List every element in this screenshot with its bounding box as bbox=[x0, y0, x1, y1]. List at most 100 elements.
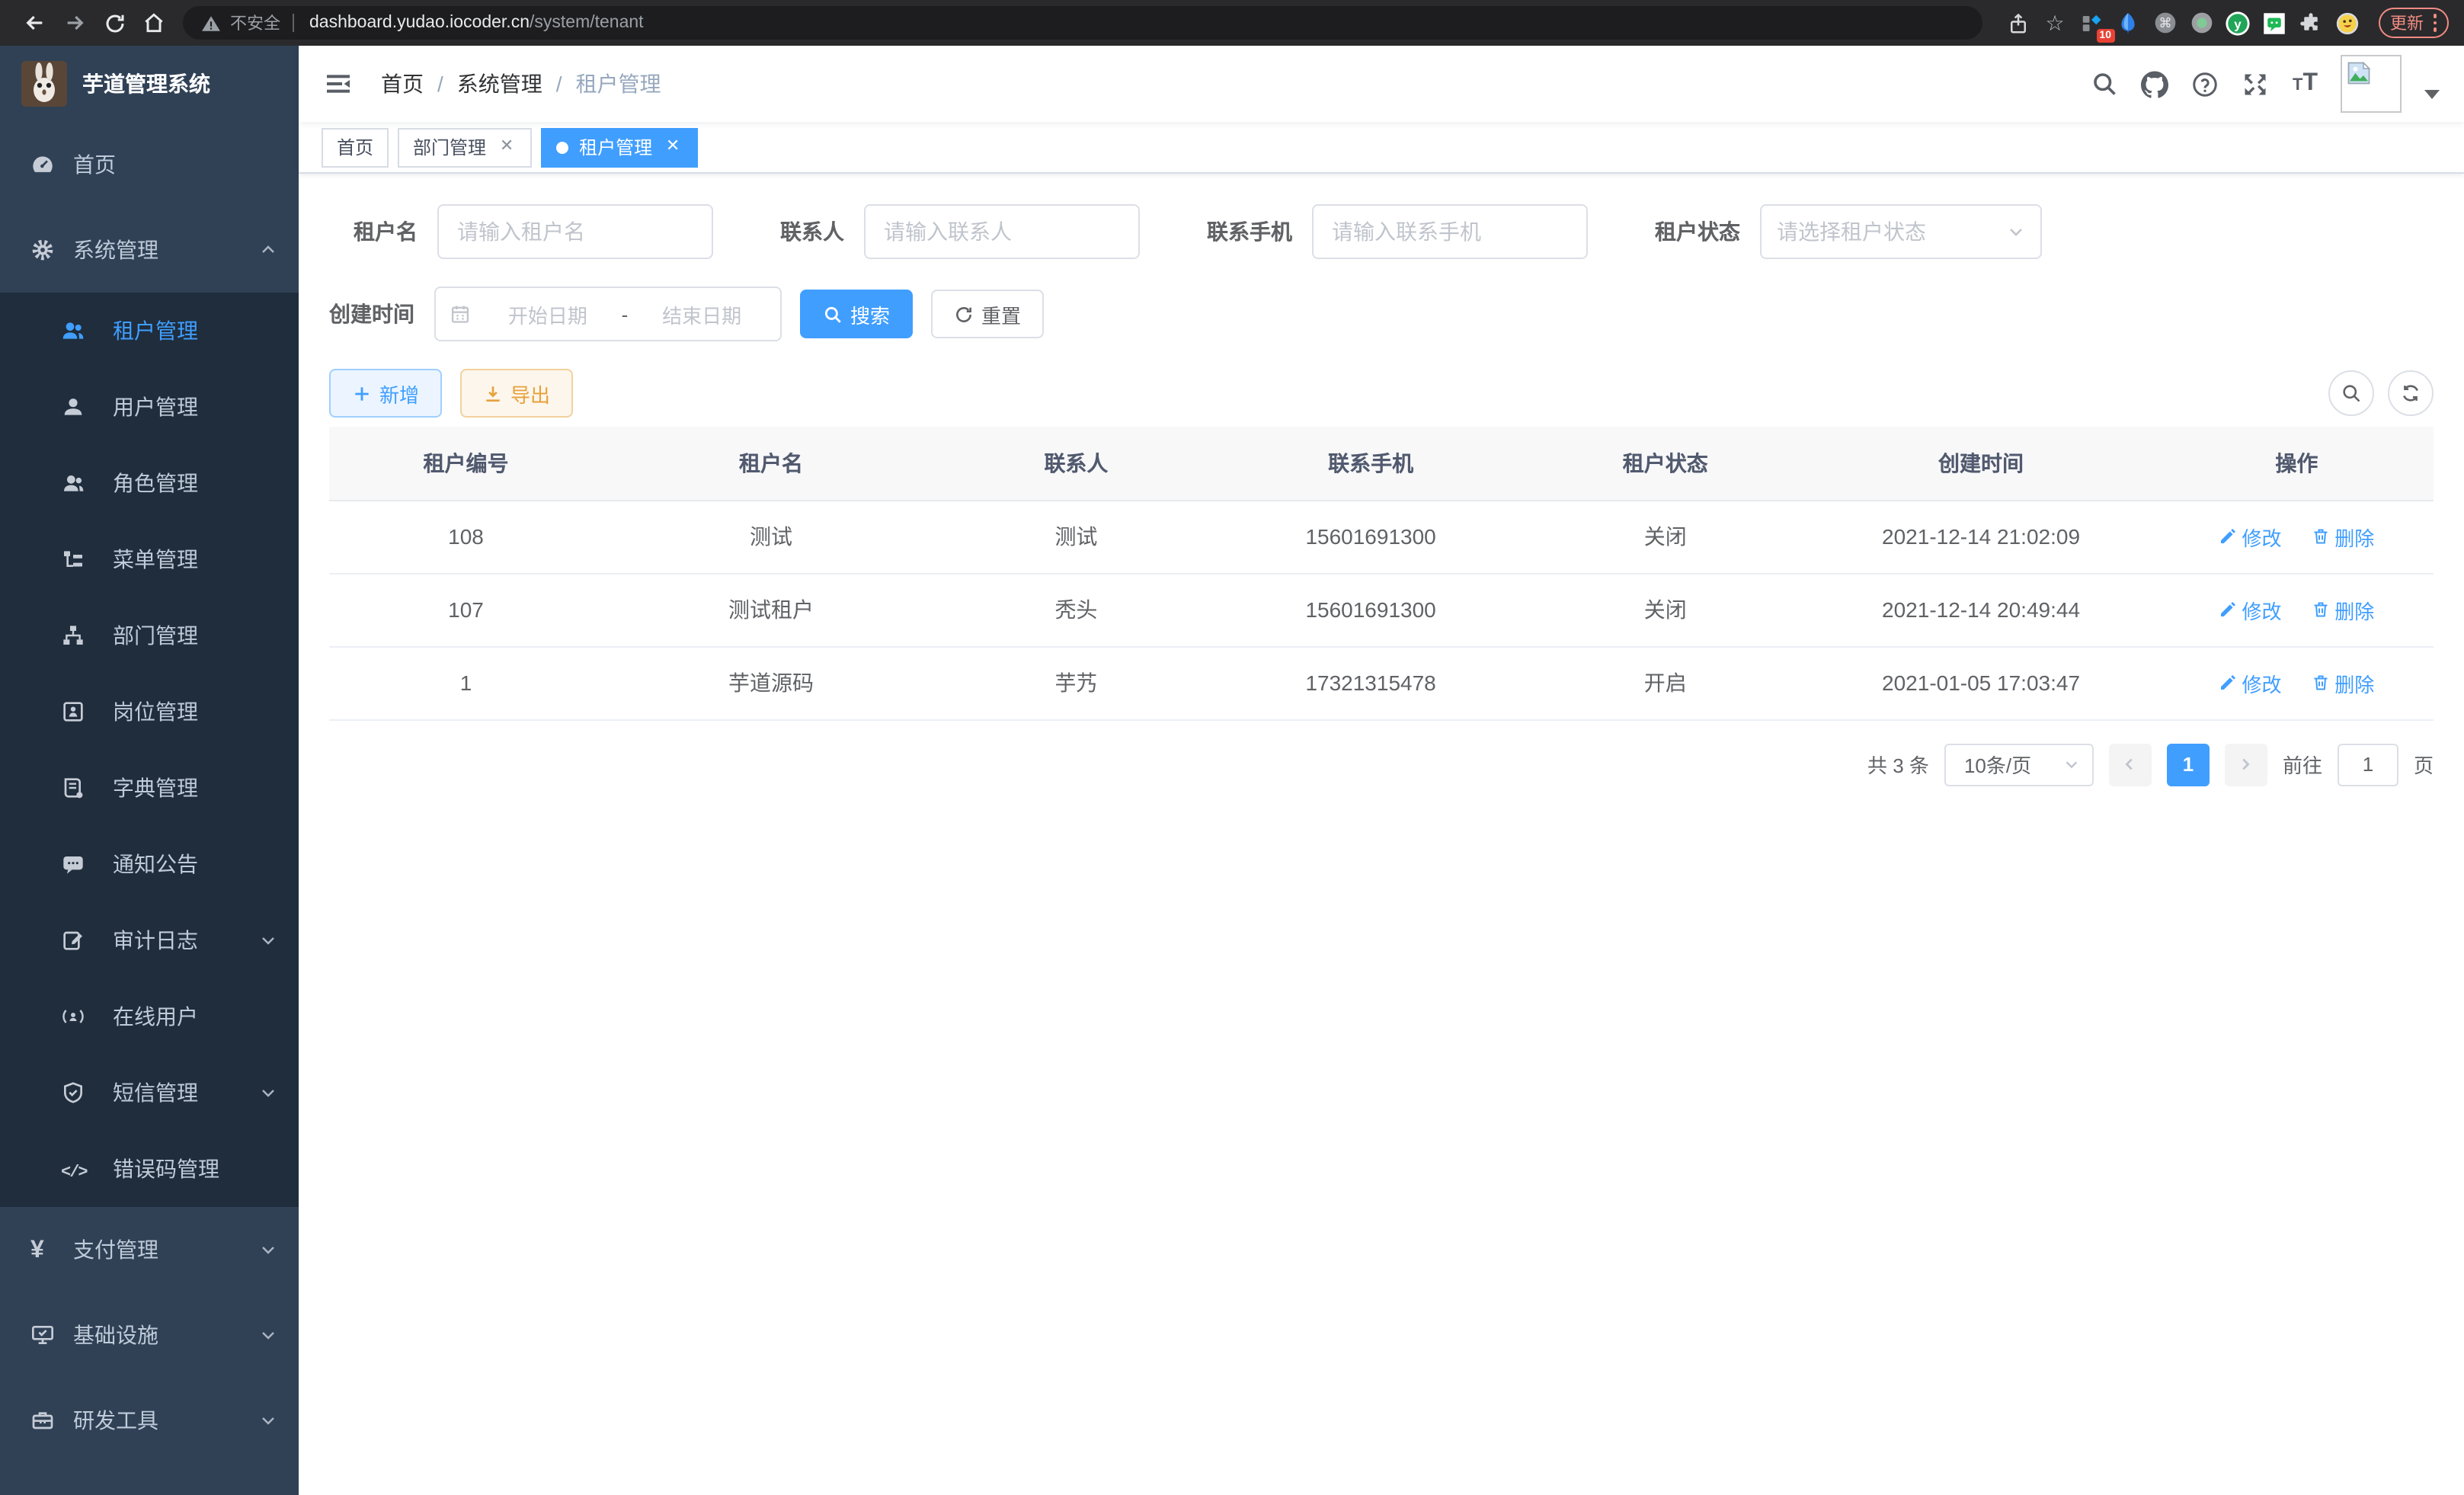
sidebar-item-infrastructure[interactable]: 基础设施 bbox=[0, 1292, 299, 1378]
prev-page-button[interactable] bbox=[2109, 743, 2152, 786]
extension-dot-icon[interactable] bbox=[2183, 5, 2219, 41]
extension-chat-icon[interactable] bbox=[2256, 5, 2293, 41]
table-header-row: 租户编号 租户名 联系人 联系手机 租户状态 创建时间 操作 bbox=[329, 427, 2434, 500]
sidebar-item-online-user[interactable]: 在线用户 bbox=[0, 978, 299, 1055]
github-icon[interactable] bbox=[2142, 70, 2169, 98]
cell-actions: 修改 删除 bbox=[2160, 500, 2434, 573]
sidebar-item-system[interactable]: 系统管理 bbox=[0, 207, 299, 293]
breadcrumb-system[interactable]: 系统管理 bbox=[457, 69, 542, 99]
cell-mobile: 15601691300 bbox=[1213, 573, 1528, 646]
font-size-icon[interactable]: TT bbox=[2293, 70, 2318, 98]
toggle-search-button[interactable] bbox=[2328, 370, 2374, 416]
col-mobile: 联系手机 bbox=[1213, 427, 1528, 500]
sidebar-item-role[interactable]: 角色管理 bbox=[0, 445, 299, 521]
sidebar-item-payment[interactable]: ¥ 支付管理 bbox=[0, 1207, 299, 1292]
sidebar-item-devtools[interactable]: 研发工具 bbox=[0, 1378, 299, 1463]
sidebar-item-dict[interactable]: 字典管理 bbox=[0, 750, 299, 826]
sidebar-item-error-code[interactable]: </> 错误码管理 bbox=[0, 1131, 299, 1207]
profile-avatar-icon[interactable] bbox=[2329, 5, 2366, 41]
home-icon[interactable] bbox=[134, 3, 174, 43]
app-title: 芋道管理系统 bbox=[82, 69, 210, 99]
close-icon[interactable]: ✕ bbox=[497, 137, 517, 157]
browser-toolbar: 不安全 dashboard.yudao.iocoder.cn/system/te… bbox=[0, 0, 2464, 46]
extension-kite-icon[interactable] bbox=[2110, 5, 2146, 41]
cell-tenant-name: 测试租户 bbox=[603, 573, 939, 646]
share-icon[interactable] bbox=[2000, 5, 2037, 41]
fullscreen-icon[interactable] bbox=[2242, 70, 2270, 98]
sidebar-item-menu[interactable]: 菜单管理 bbox=[0, 521, 299, 597]
next-page-button[interactable] bbox=[2225, 743, 2267, 786]
edit-button[interactable]: 修改 bbox=[2219, 595, 2281, 624]
refresh-button[interactable] bbox=[2388, 370, 2434, 416]
close-icon[interactable]: ✕ bbox=[663, 137, 683, 157]
update-label: 更新 bbox=[2390, 11, 2424, 35]
search-button[interactable]: 搜索 bbox=[800, 290, 913, 338]
delete-button[interactable]: 删除 bbox=[2312, 522, 2374, 551]
tab-label: 首页 bbox=[337, 134, 373, 160]
export-button[interactable]: 导出 bbox=[460, 369, 573, 418]
cell-created: 2021-12-14 21:02:09 bbox=[1802, 500, 2160, 573]
export-button-label: 导出 bbox=[510, 379, 550, 408]
sidebar-item-sms[interactable]: 短信管理 bbox=[0, 1055, 299, 1131]
sidebar-item-user[interactable]: 用户管理 bbox=[0, 369, 299, 445]
app-logo[interactable]: 芋道管理系统 bbox=[0, 46, 299, 122]
tab-tenant[interactable]: 租户管理✕ bbox=[541, 127, 698, 167]
avatar[interactable] bbox=[2341, 55, 2402, 113]
shield-icon bbox=[61, 1080, 85, 1105]
sidebar-item-dept[interactable]: 部门管理 bbox=[0, 597, 299, 674]
edit-button[interactable]: 修改 bbox=[2219, 522, 2281, 551]
sidebar-item-post[interactable]: 岗位管理 bbox=[0, 674, 299, 750]
sidebar-item-label: 首页 bbox=[73, 149, 277, 180]
chevron-down-icon bbox=[259, 1240, 277, 1259]
help-icon[interactable] bbox=[2192, 70, 2219, 98]
edit-label: 修改 bbox=[2242, 522, 2281, 551]
status-select[interactable]: 请选择租户状态 bbox=[1760, 204, 2042, 259]
tenant-name-input[interactable] bbox=[437, 204, 713, 259]
reset-button[interactable]: 重置 bbox=[931, 290, 1044, 338]
hamburger-icon[interactable] bbox=[323, 69, 354, 99]
sidebar-item-home[interactable]: 首页 bbox=[0, 122, 299, 207]
goto-page-input[interactable] bbox=[2338, 743, 2398, 786]
chevron-down-icon[interactable] bbox=[2424, 90, 2440, 99]
search-icon[interactable] bbox=[2091, 70, 2119, 98]
contact-input[interactable] bbox=[864, 204, 1140, 259]
tab-home[interactable]: 首页 bbox=[322, 127, 389, 167]
delete-button[interactable]: 删除 bbox=[2312, 595, 2374, 624]
mobile-input[interactable] bbox=[1312, 204, 1588, 259]
bookmark-star-icon[interactable]: ☆ bbox=[2037, 5, 2073, 41]
browser-menu-icon[interactable] bbox=[2433, 14, 2437, 32]
chevron-up-icon bbox=[259, 241, 277, 259]
breadcrumb-home[interactable]: 首页 bbox=[381, 69, 424, 99]
extensions-puzzle-icon[interactable] bbox=[2293, 5, 2329, 41]
message-icon bbox=[61, 852, 85, 876]
chevron-down-icon bbox=[259, 1326, 277, 1344]
forward-icon[interactable] bbox=[55, 3, 94, 43]
cell-status: 关闭 bbox=[1528, 500, 1802, 573]
sidebar-item-tenant[interactable]: 租户管理 bbox=[0, 293, 299, 369]
edit-button[interactable]: 修改 bbox=[2219, 668, 2281, 697]
extension-yudao-icon[interactable]: y bbox=[2219, 5, 2256, 41]
reload-icon[interactable] bbox=[94, 3, 134, 43]
sidebar: 芋道管理系统 首页 系统管理 租户管理 用户管理 bbox=[0, 46, 299, 1495]
warning-icon bbox=[201, 13, 221, 33]
chevron-down-icon bbox=[259, 1411, 277, 1429]
monitor-icon bbox=[30, 1323, 55, 1347]
sidebar-item-audit-log[interactable]: 审计日志 bbox=[0, 902, 299, 978]
update-button[interactable]: 更新 bbox=[2378, 8, 2449, 38]
extension-command-icon[interactable]: ⌘ bbox=[2146, 5, 2183, 41]
back-icon[interactable] bbox=[15, 3, 55, 43]
chevron-down-icon bbox=[259, 931, 277, 949]
user-icon bbox=[61, 395, 85, 419]
sidebar-item-label: 岗位管理 bbox=[113, 696, 277, 727]
add-button[interactable]: 新增 bbox=[329, 369, 442, 418]
extension-grid-icon[interactable]: 10 bbox=[2073, 5, 2110, 41]
cell-tenant-name: 芋道源码 bbox=[603, 646, 939, 719]
sidebar-item-notice[interactable]: 通知公告 bbox=[0, 826, 299, 902]
delete-button[interactable]: 删除 bbox=[2312, 668, 2374, 697]
create-time-label: 创建时间 bbox=[329, 299, 414, 329]
page-size-select[interactable]: 10条/页 bbox=[1944, 743, 2094, 786]
date-range-input[interactable]: 开始日期 - 结束日期 bbox=[434, 287, 782, 341]
tab-dept[interactable]: 部门管理✕ bbox=[398, 127, 532, 167]
page-number-1[interactable]: 1 bbox=[2167, 743, 2210, 786]
address-bar[interactable]: 不安全 dashboard.yudao.iocoder.cn/system/te… bbox=[183, 6, 1982, 40]
